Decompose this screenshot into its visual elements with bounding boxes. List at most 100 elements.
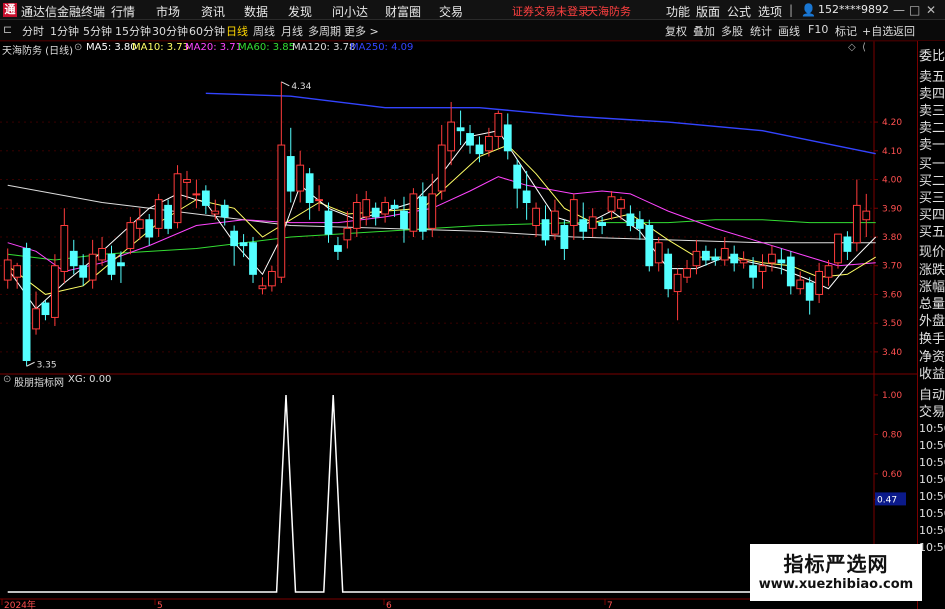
chart-canvas[interactable]: 3.40 3.50 3.60 3.70 3.80 3.90 4.00 4.10 4.20 1.00… bbox=[0, 41, 917, 609]
period-tab[interactable]: 60分钟 bbox=[189, 23, 225, 39]
login-notice[interactable]: 证券交易未登录 bbox=[512, 3, 589, 19]
toolbar-button[interactable]: 标记 bbox=[835, 23, 857, 39]
candle-body bbox=[673, 273, 682, 293]
period-tab[interactable]: 15分钟 bbox=[115, 23, 151, 39]
candle bbox=[843, 231, 852, 260]
period-tab[interactable]: 5分钟 bbox=[83, 23, 112, 39]
candle-body bbox=[258, 285, 267, 290]
candle-body bbox=[315, 199, 323, 202]
candle-body bbox=[796, 279, 805, 290]
ma250-line bbox=[205, 92, 876, 155]
period-tab[interactable]: 更多 > bbox=[344, 23, 379, 39]
candle-body bbox=[117, 262, 125, 267]
menu-news[interactable]: 资讯 bbox=[201, 3, 225, 20]
menu-function[interactable]: 功能 bbox=[666, 3, 690, 20]
period-tab[interactable]: 周线 bbox=[253, 23, 275, 39]
chevron-left-icon[interactable]: ⟨ bbox=[862, 42, 866, 53]
tick-time: 10:50 bbox=[919, 473, 945, 486]
candle-body bbox=[437, 144, 446, 192]
candle-body bbox=[173, 173, 182, 224]
candle-body bbox=[513, 164, 522, 189]
candle-body bbox=[135, 219, 144, 229]
candle bbox=[862, 193, 871, 237]
toolbar-button[interactable]: 统计 bbox=[750, 23, 772, 39]
period-tab-active[interactable]: 日线 bbox=[226, 23, 248, 39]
candle-body bbox=[494, 112, 503, 137]
x-tick-label: 2024年 bbox=[4, 599, 36, 609]
candle-body bbox=[749, 265, 757, 278]
back-icon[interactable]: ⊏ bbox=[3, 23, 12, 36]
period-tab[interactable]: 分时 bbox=[22, 23, 44, 39]
candle bbox=[739, 251, 748, 269]
toolbar-button[interactable]: 画线 bbox=[778, 23, 800, 39]
candle-body bbox=[560, 224, 569, 249]
menu-options[interactable]: 选项 bbox=[758, 3, 782, 20]
candle-body bbox=[277, 144, 286, 278]
ma250-label: MA250: 4.09 bbox=[350, 42, 414, 53]
candle-body bbox=[579, 219, 588, 232]
tick-time: 10:50 bbox=[919, 422, 945, 435]
candle bbox=[400, 196, 408, 243]
menu-quotes[interactable]: 行情 bbox=[111, 3, 135, 20]
period-tab[interactable]: 月线 bbox=[281, 23, 303, 39]
chevron-down-icon[interactable]: ⊙ bbox=[3, 374, 11, 385]
candle-body bbox=[239, 242, 248, 247]
candle bbox=[258, 277, 267, 295]
period-tab[interactable]: 多周期 bbox=[308, 23, 341, 39]
candle-body bbox=[635, 219, 644, 229]
auto-trade-label[interactable]: 交易 bbox=[919, 401, 945, 420]
account-id[interactable]: 152****9892 bbox=[818, 3, 889, 16]
xg-signal-line bbox=[7, 394, 876, 593]
diamond-icon[interactable]: ◇ bbox=[848, 42, 856, 53]
user-icon[interactable]: 👤 bbox=[801, 3, 816, 17]
toolbar-button[interactable]: F10 bbox=[808, 23, 828, 36]
toolbar-button[interactable]: 多股 bbox=[721, 23, 743, 39]
menu-discover[interactable]: 发现 bbox=[288, 3, 312, 20]
toolbar-button[interactable]: 复权 bbox=[665, 23, 687, 39]
candle bbox=[645, 219, 654, 272]
candle bbox=[654, 236, 663, 272]
chevron-down-icon[interactable]: ⊙ bbox=[74, 42, 82, 53]
close-icon[interactable]: ✕ bbox=[926, 3, 936, 17]
candle-body bbox=[786, 256, 795, 287]
period-tab[interactable]: 30分钟 bbox=[152, 23, 188, 39]
candle bbox=[730, 245, 739, 272]
sidebar-label: 换手 bbox=[919, 332, 945, 347]
candle bbox=[32, 291, 40, 335]
toolbar-button[interactable]: 叠加 bbox=[693, 23, 715, 39]
tick-time: 10:50 bbox=[919, 507, 945, 520]
minimize-icon[interactable]: — bbox=[893, 3, 905, 17]
candle-body bbox=[211, 210, 220, 215]
candle-body bbox=[475, 144, 484, 155]
menu-data[interactable]: 数据 bbox=[244, 3, 268, 20]
candle bbox=[447, 101, 456, 166]
candle bbox=[50, 254, 59, 327]
candle-body bbox=[69, 250, 78, 267]
candle-body bbox=[503, 124, 512, 152]
price-tick-label: 4.20 bbox=[882, 118, 902, 128]
ma20-label: MA20: 3.71 bbox=[185, 42, 243, 53]
toolbar-button[interactable]: +自选 bbox=[862, 23, 893, 39]
period-tab[interactable]: 1分钟 bbox=[50, 23, 79, 39]
annotation-arrow bbox=[26, 361, 35, 367]
menu-layout[interactable]: 版面 bbox=[696, 3, 720, 20]
toolbar-button[interactable]: 返回 bbox=[893, 23, 915, 39]
tick-time: 10:50 bbox=[919, 490, 945, 503]
maximize-icon[interactable]: □ bbox=[909, 3, 920, 17]
candle bbox=[532, 202, 540, 237]
candle-body bbox=[249, 242, 257, 275]
stock-notice[interactable]: 天海防务 bbox=[587, 3, 631, 19]
indicator-value-tag: 0.47 bbox=[877, 495, 897, 505]
menu-market[interactable]: 市场 bbox=[156, 3, 180, 20]
indicator-tick-label: 0.80 bbox=[882, 430, 902, 440]
menu-wealth-circle[interactable]: 财富圈 bbox=[385, 3, 421, 20]
menu-formula[interactable]: 公式 bbox=[727, 3, 751, 20]
candle-body bbox=[3, 259, 12, 281]
candle-body bbox=[598, 222, 607, 226]
menu-ask[interactable]: 问小达 bbox=[332, 3, 368, 20]
candle bbox=[711, 248, 720, 266]
candle bbox=[352, 193, 361, 237]
menu-trade[interactable]: 交易 bbox=[439, 3, 463, 20]
candle-body bbox=[390, 204, 399, 209]
candle-body bbox=[532, 207, 540, 226]
